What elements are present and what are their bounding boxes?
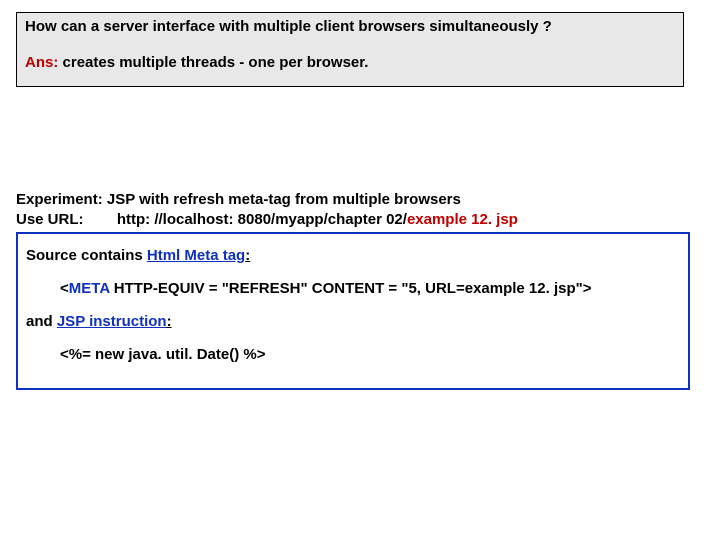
colon-1: : bbox=[245, 247, 250, 264]
question-text: How can a server interface with multiple… bbox=[25, 17, 675, 37]
qa-box: How can a server interface with multiple… bbox=[16, 12, 684, 87]
experiment-line-1: Experiment: JSP with refresh meta-tag fr… bbox=[16, 190, 686, 210]
and-text: and bbox=[26, 313, 57, 330]
experiment-line-2: Use URL: http: //localhost: 8080/myapp/c… bbox=[16, 210, 686, 230]
experiment-block: Experiment: JSP with refresh meta-tag fr… bbox=[16, 190, 686, 231]
jsp-code-line: <%= new java. util. Date() %> bbox=[60, 341, 680, 368]
url-pad bbox=[84, 211, 117, 228]
url-red-part: example 12. jsp bbox=[407, 211, 518, 228]
jsp-code: <%= new java. util. Date() %> bbox=[60, 346, 266, 363]
meta-open-bracket: < bbox=[60, 280, 69, 297]
use-url-label: Use URL: bbox=[16, 211, 84, 228]
experiment-desc: JSP with refresh meta-tag from multiple … bbox=[103, 191, 461, 208]
slide: How can a server interface with multiple… bbox=[0, 0, 720, 540]
and-jsp-line: and JSP instruction: bbox=[26, 308, 680, 335]
source-contains-line: Source contains Html Meta tag: bbox=[26, 242, 680, 269]
meta-tagname: META bbox=[69, 280, 110, 297]
url-black-part: http: //localhost: 8080/myapp/chapter 02… bbox=[117, 211, 407, 228]
jsp-instruction-label: JSP instruction bbox=[57, 313, 167, 330]
experiment-label: Experiment: bbox=[16, 191, 103, 208]
colon-2: : bbox=[167, 313, 172, 330]
source-contains-prefix: Source contains bbox=[26, 247, 147, 264]
answer-text: creates multiple threads - one per brows… bbox=[58, 54, 368, 71]
answer-line: Ans: creates multiple threads - one per … bbox=[25, 53, 675, 73]
meta-code-line: <META HTTP-EQUIV = "REFRESH" CONTENT = "… bbox=[60, 275, 680, 302]
source-box: Source contains Html Meta tag: <META HTT… bbox=[16, 232, 690, 390]
meta-rest: HTTP-EQUIV = "REFRESH" CONTENT = "5, URL… bbox=[110, 280, 592, 297]
answer-label: Ans: bbox=[25, 54, 58, 71]
html-meta-tag-label: Html Meta tag bbox=[147, 247, 245, 264]
